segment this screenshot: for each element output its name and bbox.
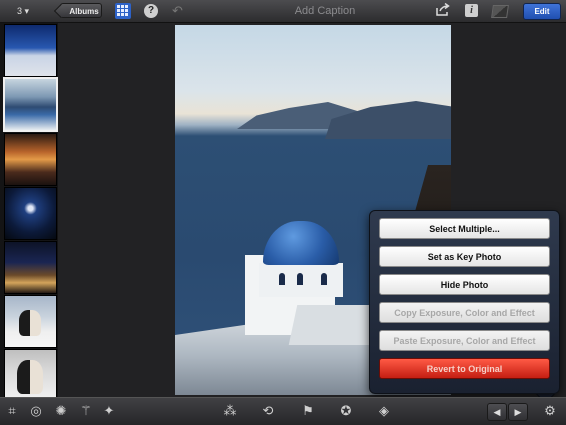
hide-photo-button[interactable]: Hide Photo [379, 274, 550, 295]
tag-icon[interactable]: ◈ [376, 403, 392, 419]
thumbnail-selected[interactable] [3, 77, 58, 132]
church-dome [263, 221, 339, 265]
exposure-icon[interactable]: ◎ [28, 403, 44, 419]
rosette-icon[interactable]: ✪ [338, 403, 354, 419]
compare-icon[interactable] [491, 5, 509, 18]
magic-wand-icon[interactable]: ⁂ [222, 403, 238, 419]
share-icon[interactable] [436, 2, 452, 19]
undo-icon[interactable]: ↶ [172, 3, 183, 19]
paste-adjustments-button[interactable]: Paste Exposure, Color and Effect [379, 330, 550, 351]
arrow-left-icon[interactable]: ◀ [487, 403, 507, 421]
grid-icon[interactable] [115, 3, 131, 19]
photo-count-menu[interactable]: 3 ▾ [17, 4, 29, 18]
flag-icon[interactable]: ⚑ [300, 403, 316, 419]
crop-icon[interactable]: ⌗ [4, 403, 20, 419]
thumbnail[interactable] [4, 133, 57, 186]
revert-to-original-button[interactable]: Revert to Original [379, 358, 550, 379]
top-toolbar: 3 ▾ Albums ? ↶ Add Caption i Edit [0, 0, 566, 23]
select-multiple-button[interactable]: Select Multiple... [379, 218, 550, 239]
copy-adjustments-button[interactable]: Copy Exposure, Color and Effect [379, 302, 550, 323]
palette-icon[interactable]: ✺ [53, 403, 69, 419]
settings-popover: Select Multiple... Set as Key Photo Hide… [369, 210, 560, 394]
albums-back-button[interactable]: Albums [60, 3, 102, 18]
thumbnail-strip[interactable] [0, 23, 58, 397]
gear-icon[interactable]: ⚙ [542, 403, 558, 419]
thumbnail[interactable] [4, 295, 57, 348]
thumbnail[interactable] [4, 187, 57, 240]
set-key-photo-button[interactable]: Set as Key Photo [379, 246, 550, 267]
info-button[interactable]: i [465, 4, 478, 17]
edit-button[interactable]: Edit [523, 3, 561, 20]
bottom-toolbar: ⌗ ◎ ✺ ⚚ ✦ ⁂ ⟲ ⚑ ✪ ◈ ◀ ▶ ⚙ [0, 397, 566, 425]
thumbnail[interactable] [4, 241, 57, 294]
arrow-right-icon[interactable]: ▶ [508, 403, 528, 421]
help-button[interactable]: ? [144, 4, 158, 18]
thumbnail[interactable] [4, 349, 57, 397]
rotate-icon[interactable]: ⟲ [260, 403, 276, 419]
caption-field[interactable]: Add Caption [200, 3, 450, 19]
thumbnail[interactable] [4, 24, 57, 77]
effects-icon[interactable]: ✦ [101, 403, 117, 419]
brushes-icon[interactable]: ⚚ [78, 403, 94, 419]
